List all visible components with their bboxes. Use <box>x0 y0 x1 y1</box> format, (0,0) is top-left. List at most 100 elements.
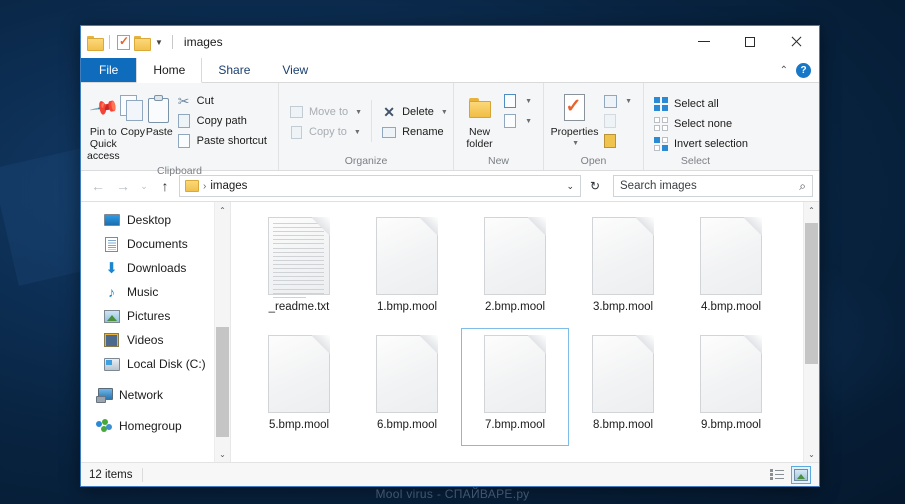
view-toggle-group <box>767 465 811 484</box>
tab-view[interactable]: View <box>266 58 324 82</box>
new-folder-icon[interactable] <box>134 35 151 51</box>
file-tile[interactable]: 1.bmp.mool <box>353 210 461 328</box>
file-tile[interactable]: 6.bmp.mool <box>353 328 461 446</box>
rename-button[interactable]: Rename <box>378 122 453 142</box>
new-item-button[interactable]: ▼ <box>499 91 537 111</box>
nav-pane-scrollbar[interactable]: ⌃ ⌄ <box>214 202 230 462</box>
move-to-button[interactable]: Move to ▼ <box>285 102 367 122</box>
close-button[interactable] <box>773 26 819 57</box>
documents-icon <box>103 236 120 252</box>
sidebar-item-music[interactable]: ♪ Music <box>81 280 230 304</box>
scroll-up-icon[interactable]: ⌃ <box>215 202 230 218</box>
group-label-organize: Organize <box>344 155 388 167</box>
explorer-body: Desktop Documents ⬇ Downloads ♪ Music Pi… <box>81 201 819 462</box>
file-name: 6.bmp.mool <box>376 419 438 431</box>
new-folder-button[interactable]: New folder <box>460 89 499 153</box>
select-none-button[interactable]: Select none <box>650 114 753 134</box>
chevron-down-icon[interactable]: ⌄ <box>566 181 574 192</box>
thumbnails-view-button[interactable] <box>791 465 811 484</box>
tab-file[interactable]: File <box>81 58 137 82</box>
open-with-button[interactable]: ▼ <box>599 91 637 111</box>
file-name: 9.bmp.mool <box>700 419 762 431</box>
window-title: images <box>183 35 223 49</box>
file-list-pane[interactable]: _readme.txt 1.bmp.mool 2.bmp.mool 3.bmp.… <box>231 202 819 462</box>
group-label-open: Open <box>580 155 607 167</box>
details-view-button[interactable] <box>767 466 787 484</box>
sidebar-item-label: Documents <box>127 237 188 251</box>
ribbon-group-organize: Move to ▼ Copy to ▼ ✕ Delete ▼ Rename Or… <box>279 83 454 170</box>
clipboard-small-commands: ✂ Cut Copy path Paste shortcut <box>173 89 272 151</box>
file-tile-selected[interactable]: 7.bmp.mool <box>461 328 569 446</box>
invert-selection-button[interactable]: Invert selection <box>650 134 753 154</box>
chevron-down-icon[interactable]: ▼ <box>441 109 448 116</box>
scrollbar-track[interactable] <box>804 218 819 446</box>
select-none-icon <box>653 117 669 131</box>
scrollbar-thumb[interactable] <box>805 222 818 364</box>
properties-button[interactable]: ✓ Properties ▼ <box>550 89 599 153</box>
tab-share[interactable]: Share <box>202 58 266 82</box>
search-placeholder: Search images <box>620 180 697 192</box>
chevron-down-icon[interactable]: ▼ <box>355 109 362 116</box>
pin-to-quick-access-button[interactable]: 📌 Pin to Quick access <box>87 89 120 165</box>
breadcrumb-current[interactable]: images <box>210 180 247 192</box>
sidebar-item-desktop[interactable]: Desktop <box>81 208 230 232</box>
file-pane-scrollbar[interactable]: ⌃ ⌄ <box>803 202 819 462</box>
move-to-icon <box>288 106 304 118</box>
select-commands: Select all Select none Invert selection <box>650 92 753 154</box>
file-tile[interactable]: 4.bmp.mool <box>677 210 785 328</box>
scrollbar-thumb[interactable] <box>216 327 229 437</box>
sidebar-item-downloads[interactable]: ⬇ Downloads <box>81 256 230 280</box>
item-count: 12 items <box>89 468 133 481</box>
scissors-icon: ✂ <box>177 92 190 109</box>
delete-button[interactable]: ✕ Delete ▼ <box>378 102 453 122</box>
file-tile[interactable]: 2.bmp.mool <box>461 210 569 328</box>
chevron-down-icon[interactable]: ▼ <box>625 98 632 105</box>
scrollbar-track[interactable] <box>215 218 230 446</box>
file-tile[interactable]: 5.bmp.mool <box>245 328 353 446</box>
file-tile[interactable]: 9.bmp.mool <box>677 328 785 446</box>
copy-button[interactable]: Copy <box>119 89 146 141</box>
paste-shortcut-icon <box>176 134 192 148</box>
edit-button[interactable] <box>599 111 637 131</box>
tab-home[interactable]: Home <box>136 58 203 83</box>
scroll-down-icon[interactable]: ⌄ <box>804 446 819 462</box>
folder-icon[interactable] <box>87 35 104 51</box>
chevron-down-icon[interactable]: ▼ <box>525 118 532 125</box>
chevron-down-icon[interactable]: ▼ <box>354 129 361 136</box>
history-button[interactable] <box>599 131 637 151</box>
blank-file-icon <box>700 217 762 295</box>
scroll-up-icon[interactable]: ⌃ <box>804 202 819 218</box>
scroll-down-icon[interactable]: ⌄ <box>215 446 230 462</box>
minimize-button[interactable] <box>681 26 727 57</box>
group-label-select: Select <box>680 155 711 167</box>
paste-shortcut-button[interactable]: Paste shortcut <box>173 131 272 151</box>
file-tile[interactable]: _readme.txt <box>245 210 353 328</box>
cut-button[interactable]: ✂ Cut <box>173 91 272 111</box>
sidebar-item-pictures[interactable]: Pictures <box>81 304 230 328</box>
maximize-button[interactable] <box>727 26 773 57</box>
history-icon <box>602 134 618 148</box>
easy-access-button[interactable]: ▼ <box>499 111 537 131</box>
chevron-up-icon[interactable]: ⌃ <box>780 65 788 76</box>
sidebar-item-documents[interactable]: Documents <box>81 232 230 256</box>
select-all-button[interactable]: Select all <box>650 94 753 114</box>
help-icon[interactable]: ? <box>796 62 811 78</box>
sidebar-item-homegroup[interactable]: Homegroup <box>81 414 230 438</box>
sidebar-item-label: Music <box>127 285 159 299</box>
watermark-text: Mool virus - СПАЙВАРЕ.ру <box>375 487 530 501</box>
refresh-button[interactable]: ↻ <box>584 175 606 197</box>
file-tile[interactable]: 3.bmp.mool <box>569 210 677 328</box>
chevron-down-icon[interactable]: ▼ <box>525 98 532 105</box>
file-tile[interactable]: 8.bmp.mool <box>569 328 677 446</box>
properties-icon[interactable] <box>117 34 130 50</box>
copy-path-button[interactable]: Copy path <box>173 111 272 131</box>
paste-button[interactable]: Paste <box>146 89 173 141</box>
search-input[interactable]: Search images ⌕ <box>613 175 813 197</box>
chevron-down-icon[interactable]: ▼ <box>153 38 165 47</box>
sidebar-item-local-disk[interactable]: Local Disk (C:) <box>81 352 230 376</box>
copy-to-button[interactable]: Copy to ▼ <box>285 122 367 142</box>
chevron-down-icon[interactable]: ▼ <box>572 138 579 150</box>
sidebar-item-network[interactable]: Network <box>81 383 230 407</box>
search-icon[interactable]: ⌕ <box>799 179 806 194</box>
sidebar-item-videos[interactable]: Videos <box>81 328 230 352</box>
